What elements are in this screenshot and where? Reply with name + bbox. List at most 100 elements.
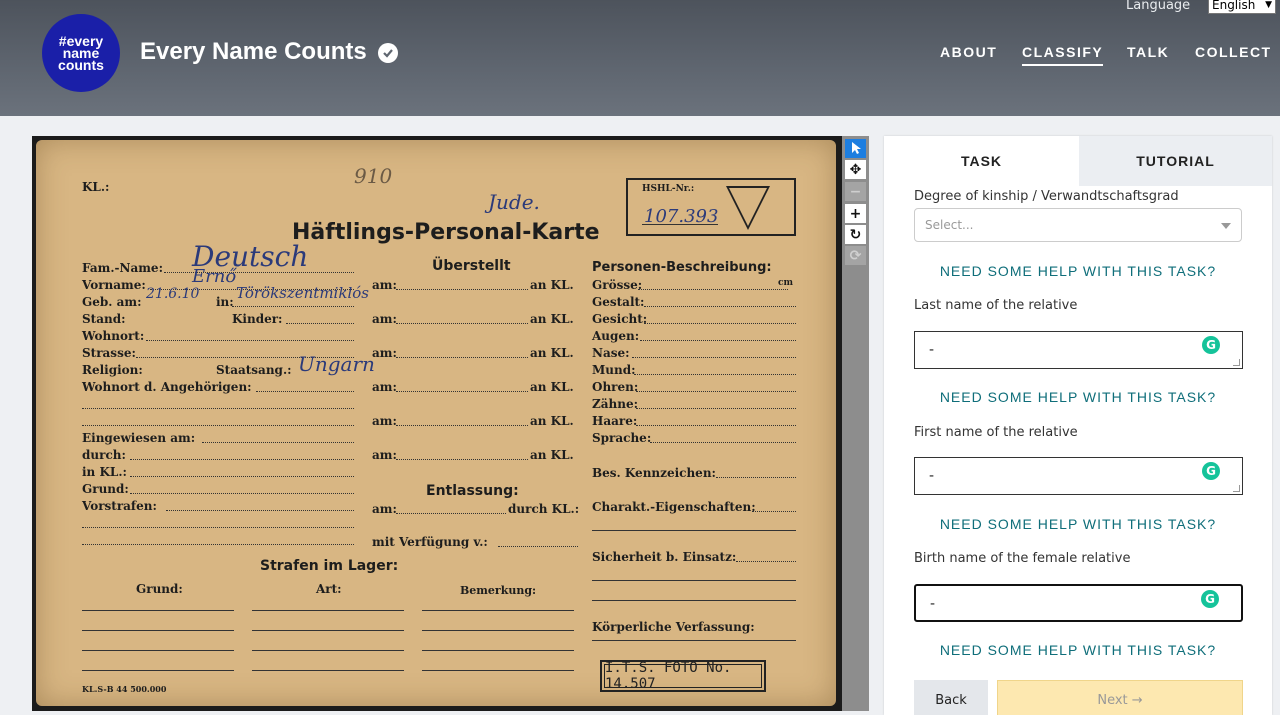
pointer-icon[interactable] bbox=[845, 139, 866, 158]
card-line bbox=[396, 357, 528, 358]
move-icon[interactable]: ✥ bbox=[845, 160, 866, 179]
language-value: English bbox=[1212, 0, 1256, 12]
card-line bbox=[202, 442, 354, 443]
card-line bbox=[498, 546, 578, 547]
card-line bbox=[592, 530, 796, 531]
card-label-am: am: bbox=[372, 312, 397, 326]
card-strafen-title: Strafen im Lager: bbox=[260, 558, 399, 574]
hw-birth-place: Törökszentmiklós bbox=[236, 284, 369, 302]
first-name-field[interactable]: - G bbox=[914, 457, 1243, 495]
resize-handle-icon[interactable] bbox=[1233, 485, 1240, 492]
card-right-label: Sprache: bbox=[592, 431, 652, 445]
card-bes-kennzeichen: Bes. Kennzeichen: bbox=[592, 466, 716, 480]
grammarly-icon[interactable]: G bbox=[1202, 462, 1220, 480]
card-label: Eingewiesen am: bbox=[82, 431, 196, 445]
help-link-last-name[interactable]: NEED SOME HELP WITH THIS TASK? bbox=[914, 389, 1242, 405]
category-note: Jude. bbox=[488, 190, 540, 214]
card-strafen-col: Grund: bbox=[136, 582, 183, 596]
card-label: in KL.: bbox=[82, 465, 127, 479]
card-line bbox=[638, 289, 788, 290]
card-line bbox=[286, 323, 354, 324]
card-line bbox=[592, 580, 796, 581]
kinship-placeholder: Select... bbox=[925, 218, 974, 232]
resize-handle-icon[interactable] bbox=[1233, 359, 1240, 366]
kinship-select[interactable]: Select... bbox=[914, 208, 1242, 242]
card-label: Geb. am: bbox=[82, 295, 142, 309]
document-viewer[interactable]: KL.: 910 HSHL-Nr.: 107.393 Jude. Häftlin… bbox=[32, 136, 842, 711]
card-right-label: Zähne: bbox=[592, 397, 639, 411]
card-line bbox=[396, 459, 528, 460]
background-decoration bbox=[430, 10, 440, 45]
card-line bbox=[130, 459, 354, 460]
site-title[interactable]: Every Name Counts bbox=[140, 38, 367, 66]
card-line bbox=[640, 340, 796, 341]
card-line bbox=[252, 630, 404, 631]
badge-triangle-inner bbox=[729, 188, 767, 226]
grammarly-icon[interactable]: G bbox=[1202, 336, 1220, 354]
card-label: Religion: bbox=[82, 363, 143, 377]
card-line bbox=[82, 425, 354, 426]
card-line bbox=[636, 425, 796, 426]
card-line bbox=[736, 561, 796, 562]
hw-first-name: Ernő bbox=[192, 266, 237, 287]
card-label: Wohnort: bbox=[82, 329, 145, 343]
card-right-label: Grösse: bbox=[592, 278, 643, 292]
logo-text-3: counts bbox=[58, 57, 104, 73]
tab-tutorial[interactable]: TUTORIAL bbox=[1079, 136, 1272, 186]
next-button[interactable]: Next → bbox=[997, 680, 1243, 715]
card-line bbox=[422, 630, 574, 631]
nav-classify[interactable]: CLASSIFY bbox=[1022, 44, 1104, 66]
nav-about[interactable]: ABOUT bbox=[940, 44, 997, 60]
reset-icon[interactable]: ⟳ bbox=[845, 246, 866, 265]
zoom-in-icon[interactable]: + bbox=[845, 204, 866, 223]
grammarly-icon[interactable]: G bbox=[1201, 590, 1219, 608]
card-charakt: Charakt.-Eigenschaften: bbox=[592, 500, 756, 514]
pencil-number: 910 bbox=[354, 164, 393, 188]
card-label: Grund: bbox=[82, 482, 129, 496]
card-entlassung: Entlassung: bbox=[426, 483, 519, 499]
viewer-toolbar: ✥ − + ↻ ⟳ bbox=[842, 136, 869, 711]
hw-birth-date: 21.6.10 bbox=[146, 286, 200, 302]
prisoner-card-image: KL.: 910 HSHL-Nr.: 107.393 Jude. Häftlin… bbox=[36, 140, 836, 706]
nav-collect[interactable]: COLLECT bbox=[1195, 44, 1272, 60]
card-line bbox=[82, 650, 234, 651]
language-select[interactable]: English ▼ bbox=[1208, 0, 1276, 14]
card-line bbox=[252, 670, 404, 671]
card-kl-label: KL.: bbox=[82, 180, 110, 194]
card-label-ankl: an KL. bbox=[530, 380, 574, 394]
first-name-value: - bbox=[929, 468, 935, 484]
zoom-out-icon[interactable]: − bbox=[845, 182, 866, 201]
card-right-label: Nase: bbox=[592, 346, 630, 360]
tab-task[interactable]: TASK bbox=[884, 136, 1079, 186]
card-line bbox=[82, 408, 354, 409]
site-logo[interactable]: #every name counts bbox=[42, 14, 120, 92]
birth-name-field[interactable]: - G bbox=[914, 584, 1243, 622]
card-strafen-col: Art: bbox=[316, 582, 342, 596]
help-link-first-name[interactable]: NEED SOME HELP WITH THIS TASK? bbox=[914, 516, 1242, 532]
card-label-ankl: an KL. bbox=[530, 346, 574, 360]
card-label-am: am: bbox=[372, 448, 397, 462]
card-line bbox=[396, 391, 528, 392]
nav-talk[interactable]: TALK bbox=[1127, 44, 1169, 60]
card-right-label: Gesicht: bbox=[592, 312, 648, 326]
help-link-kinship[interactable]: NEED SOME HELP WITH THIS TASK? bbox=[914, 263, 1242, 279]
rotate-icon[interactable]: ↻ bbox=[845, 225, 866, 244]
card-right-label: Mund: bbox=[592, 363, 636, 377]
kinship-label: Degree of kinship / Verwandtschaftsgrad bbox=[914, 189, 1179, 204]
card-cm-label: cm bbox=[778, 278, 794, 288]
card-label-ankl: an KL. bbox=[530, 414, 574, 428]
card-line bbox=[130, 476, 354, 477]
back-button[interactable]: Back bbox=[914, 680, 988, 715]
card-line bbox=[422, 610, 574, 611]
card-right-label: Haare: bbox=[592, 414, 638, 428]
hw-nationality: Ungarn bbox=[298, 352, 375, 376]
card-line bbox=[634, 374, 796, 375]
last-name-field[interactable]: - G bbox=[914, 331, 1243, 369]
card-line bbox=[252, 610, 404, 611]
card-line bbox=[592, 640, 796, 641]
card-label-am: am: bbox=[372, 414, 397, 428]
card-label-am: am: bbox=[372, 346, 397, 360]
help-link-birth-name[interactable]: NEED SOME HELP WITH THIS TASK? bbox=[914, 642, 1242, 658]
card-line bbox=[256, 391, 354, 392]
card-label-durchkl: durch KL.: bbox=[508, 502, 580, 516]
